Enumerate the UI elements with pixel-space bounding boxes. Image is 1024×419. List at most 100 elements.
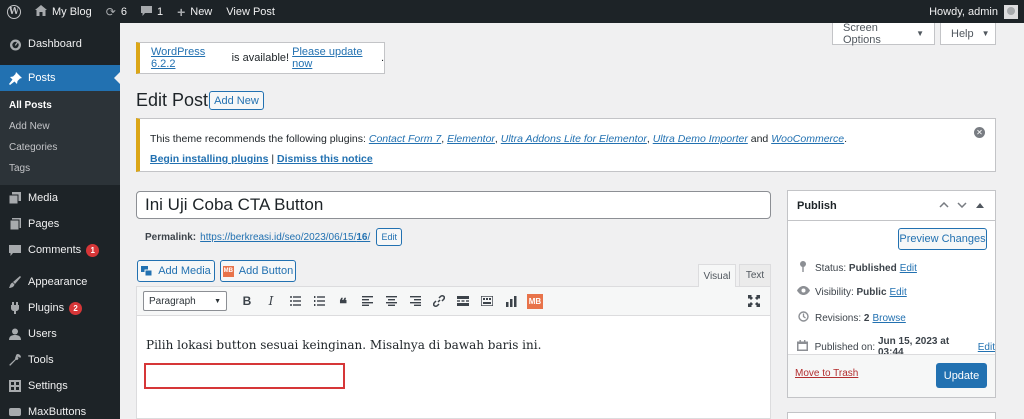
revisions-browse-link[interactable]: Browse bbox=[872, 313, 905, 324]
dismiss-x-icon[interactable]: ✕ bbox=[974, 127, 985, 138]
posts-submenu: All Posts Add New Categories Tags bbox=[0, 91, 120, 185]
caret-down-icon: ▼ bbox=[916, 29, 924, 38]
plugin-icon bbox=[8, 302, 22, 314]
plugin-link-elementor[interactable]: Elementor bbox=[447, 133, 495, 145]
admin-sidebar: Dashboard Posts All Posts Add New Catego… bbox=[0, 23, 120, 419]
brush-icon bbox=[8, 276, 22, 288]
align-right-icon[interactable] bbox=[403, 290, 427, 312]
begin-installing-link[interactable]: Begin installing plugins bbox=[150, 153, 268, 165]
wp-logo-menu[interactable]: W bbox=[0, 0, 28, 23]
my-account-menu[interactable]: Howdy, admin bbox=[922, 0, 1018, 23]
status-row: Status: Published Edit bbox=[796, 261, 917, 275]
align-center-icon[interactable] bbox=[379, 290, 403, 312]
dismiss-notice-link[interactable]: Dismiss this notice bbox=[277, 153, 373, 165]
sidebar-item-settings[interactable]: Settings bbox=[0, 373, 120, 399]
sidebar-item-tools[interactable]: Tools bbox=[0, 347, 120, 373]
published-label: Published on: bbox=[814, 341, 878, 353]
bold-icon[interactable]: B bbox=[235, 290, 259, 312]
post-title-input[interactable]: Ini Uji Coba CTA Button bbox=[136, 191, 771, 219]
publish-box-header: Publish bbox=[788, 191, 995, 221]
plugin-notice-line: This theme recommends the following plug… bbox=[150, 133, 848, 145]
submenu-tags[interactable]: Tags bbox=[0, 158, 120, 179]
status-label: Status: bbox=[815, 262, 849, 274]
permalink-row: Permalink: https://berkreasi.id/seo/2023… bbox=[145, 228, 403, 246]
plugin-notice-sep: | bbox=[268, 153, 277, 165]
sidebar-item-posts[interactable]: Posts bbox=[0, 65, 120, 91]
tab-text[interactable]: Text bbox=[739, 264, 771, 286]
submenu-add-new[interactable]: Add New bbox=[0, 116, 120, 137]
plugin-link-ultra-addons[interactable]: Ultra Addons Lite for Elementor bbox=[501, 133, 647, 145]
comments-icon bbox=[8, 244, 22, 256]
wordpress-version-link[interactable]: WordPress 6.2.2 bbox=[151, 46, 229, 70]
submenu-all-posts[interactable]: All Posts bbox=[0, 95, 120, 116]
move-down-icon[interactable] bbox=[953, 200, 971, 211]
plugin-link-ultra-demo[interactable]: Ultra Demo Importer bbox=[653, 133, 748, 145]
mb-label: MB bbox=[527, 293, 543, 309]
site-name-menu[interactable]: My Blog bbox=[28, 0, 99, 23]
updates-menu[interactable]: ⟳ 6 bbox=[99, 0, 134, 23]
status-value: Published bbox=[848, 262, 897, 274]
eye-icon bbox=[796, 286, 810, 298]
visibility-row: Visibility: Public Edit bbox=[796, 286, 907, 298]
permalink-edit-button[interactable]: Edit bbox=[376, 228, 403, 246]
fullscreen-icon[interactable] bbox=[742, 290, 766, 312]
sidebar-item-media[interactable]: Media bbox=[0, 185, 120, 211]
dashboard-icon bbox=[8, 38, 22, 51]
maxbuttons-icon bbox=[8, 406, 22, 418]
toolbar-toggle-icon[interactable] bbox=[475, 290, 499, 312]
update-button[interactable]: Update bbox=[936, 363, 987, 388]
toggle-panel-icon[interactable] bbox=[971, 200, 989, 211]
maxbuttons-toolbar-icon[interactable]: MB bbox=[523, 290, 547, 312]
add-button-button[interactable]: MB Add Button bbox=[220, 260, 296, 282]
sidebar-item-dashboard[interactable]: Dashboard bbox=[0, 31, 120, 57]
blockquote-icon[interactable]: ❝ bbox=[331, 290, 355, 313]
numbered-list-icon[interactable] bbox=[307, 290, 331, 312]
help-button[interactable]: Help ▼ bbox=[940, 23, 996, 45]
sidebar-item-comments[interactable]: Comments 1 bbox=[0, 237, 120, 263]
format-select-value: Paragraph bbox=[149, 295, 196, 307]
bullet-list-icon[interactable] bbox=[283, 290, 307, 312]
plugin-link-cf7[interactable]: Contact Form 7 bbox=[369, 133, 441, 145]
comment-icon bbox=[140, 5, 152, 19]
update-notice-text: is available! bbox=[228, 52, 293, 64]
editor-paragraph[interactable]: Pilih lokasi button sesuai keinginan. Mi… bbox=[146, 338, 541, 352]
comments-menu[interactable]: 1 bbox=[134, 0, 170, 23]
read-more-icon[interactable] bbox=[451, 290, 475, 312]
sidebar-item-maxbuttons[interactable]: MaxButtons bbox=[0, 399, 120, 419]
published-edit-link[interactable]: Edit bbox=[978, 342, 995, 353]
view-post-link[interactable]: View Post bbox=[219, 0, 282, 23]
sidebar-item-users[interactable]: Users bbox=[0, 321, 120, 347]
sidebar-item-appearance[interactable]: Appearance bbox=[0, 269, 120, 295]
plugin-link-woocommerce[interactable]: WooCommerce bbox=[771, 133, 844, 145]
chart-icon[interactable] bbox=[499, 290, 523, 312]
move-to-trash-link[interactable]: Move to Trash bbox=[795, 368, 858, 379]
next-metabox bbox=[787, 412, 996, 419]
move-up-icon[interactable] bbox=[935, 200, 953, 211]
editor-content-area[interactable]: Pilih lokasi button sesuai keinginan. Mi… bbox=[136, 316, 771, 419]
permalink-url[interactable]: https://berkreasi.id/seo/2023/06/15/16/ bbox=[200, 232, 370, 243]
screen-options-label: Screen Options bbox=[843, 21, 881, 46]
status-edit-link[interactable]: Edit bbox=[900, 263, 917, 274]
link-icon[interactable] bbox=[427, 290, 451, 312]
visibility-edit-link[interactable]: Edit bbox=[890, 287, 907, 298]
media-icon bbox=[8, 192, 22, 204]
update-now-link[interactable]: Please update now bbox=[292, 46, 381, 70]
publish-box: Publish Preview Changes Status: Publishe… bbox=[787, 190, 996, 398]
new-content-menu[interactable]: + New bbox=[170, 0, 219, 23]
italic-icon[interactable]: I bbox=[259, 290, 283, 312]
sidebar-item-label: Comments bbox=[28, 244, 82, 256]
format-select[interactable]: Paragraph ▼ bbox=[143, 291, 227, 311]
sidebar-item-plugins[interactable]: Plugins 2 bbox=[0, 295, 120, 321]
screen-options-button[interactable]: Screen Options ▼ bbox=[832, 21, 935, 46]
add-media-icon bbox=[141, 265, 153, 277]
add-new-button[interactable]: Add New bbox=[209, 91, 264, 110]
tab-visual[interactable]: Visual bbox=[698, 264, 736, 287]
maxbuttons-mb-icon: MB bbox=[222, 265, 234, 277]
sidebar-item-pages[interactable]: Pages bbox=[0, 211, 120, 237]
align-left-icon[interactable] bbox=[355, 290, 379, 312]
submenu-categories[interactable]: Categories bbox=[0, 137, 120, 158]
page-title: Edit Post bbox=[136, 90, 209, 110]
preview-changes-button[interactable]: Preview Changes bbox=[898, 228, 987, 250]
new-label: New bbox=[190, 5, 213, 18]
add-media-button[interactable]: Add Media bbox=[137, 260, 215, 282]
